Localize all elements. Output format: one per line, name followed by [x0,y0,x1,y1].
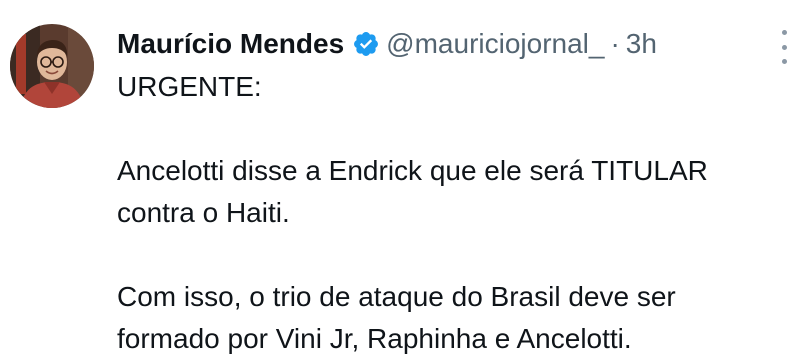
tweet-line: URGENTE: [117,71,262,102]
tweet[interactable]: Maurício Mendes @mauriciojornal_ · 3h UR… [0,0,797,354]
tweet-line: formado por Vini Jr, Raphinha e Ancelott… [117,323,632,354]
verified-badge-icon [352,30,380,58]
avatar[interactable] [10,24,94,108]
tweet-line: Com isso, o trio de ataque do Brasil dev… [117,281,676,312]
tweet-text: URGENTE: Ancelotti disse a Endrick que e… [117,66,777,360]
more-options-icon[interactable] [776,30,792,64]
tweet-header: Maurício Mendes @mauriciojornal_ · 3h [117,24,657,64]
author-handle[interactable]: @mauriciojornal_ [386,24,604,64]
author-name[interactable]: Maurício Mendes [117,24,344,64]
tweet-line: contra o Haiti. [117,197,290,228]
avatar-image [10,24,94,108]
timestamp[interactable]: 3h [626,24,657,64]
tweet-line: Ancelotti disse a Endrick que ele será T… [117,155,708,186]
separator-dot: · [610,28,620,59]
